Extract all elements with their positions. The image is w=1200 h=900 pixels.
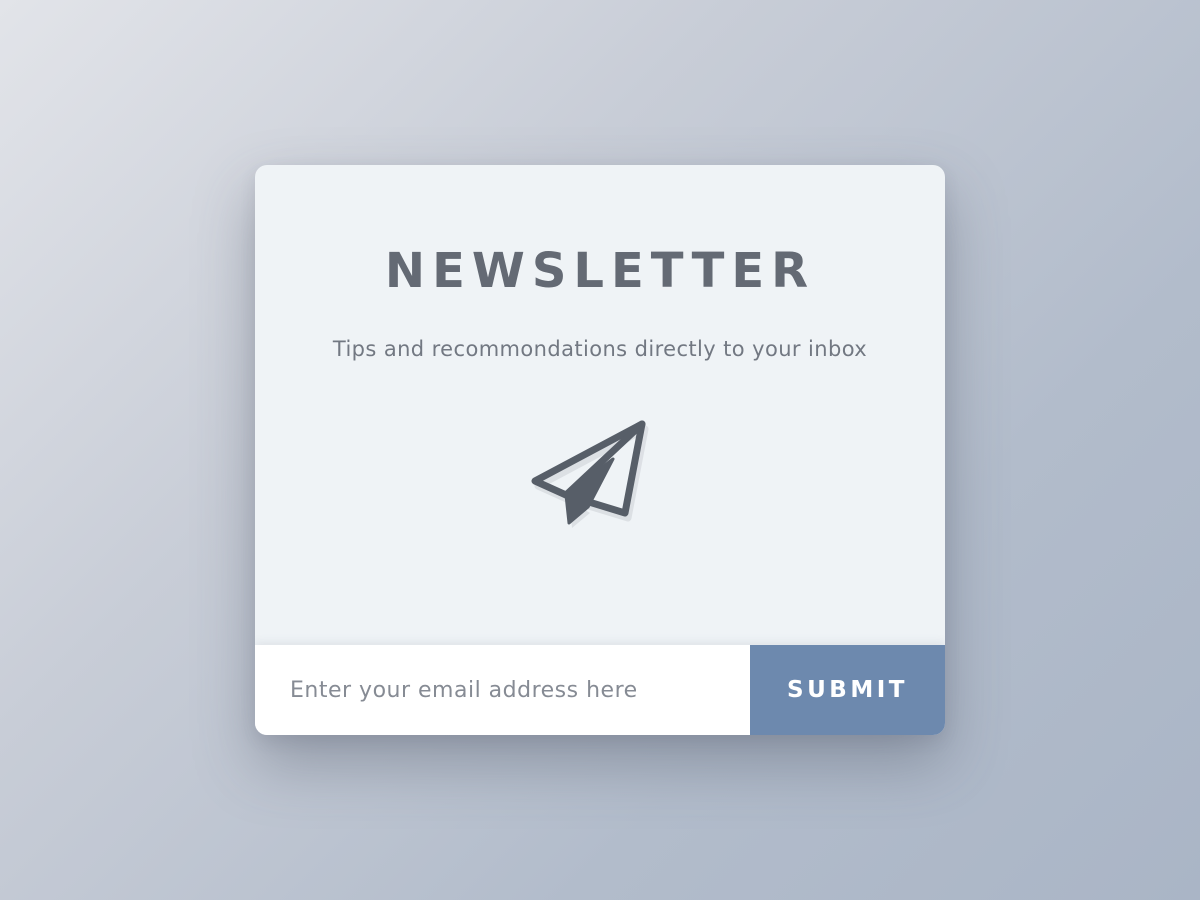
newsletter-subtitle: Tips and recommondations directly to you… — [332, 337, 868, 361]
newsletter-title: NEWSLETTER — [384, 243, 816, 299]
email-input[interactable] — [255, 645, 750, 735]
subscribe-form: SUBMIT — [255, 645, 945, 735]
submit-button[interactable]: SUBMIT — [750, 645, 945, 735]
newsletter-card: NEWSLETTER Tips and recommondations dire… — [255, 165, 945, 735]
paper-plane-icon — [525, 415, 655, 545]
